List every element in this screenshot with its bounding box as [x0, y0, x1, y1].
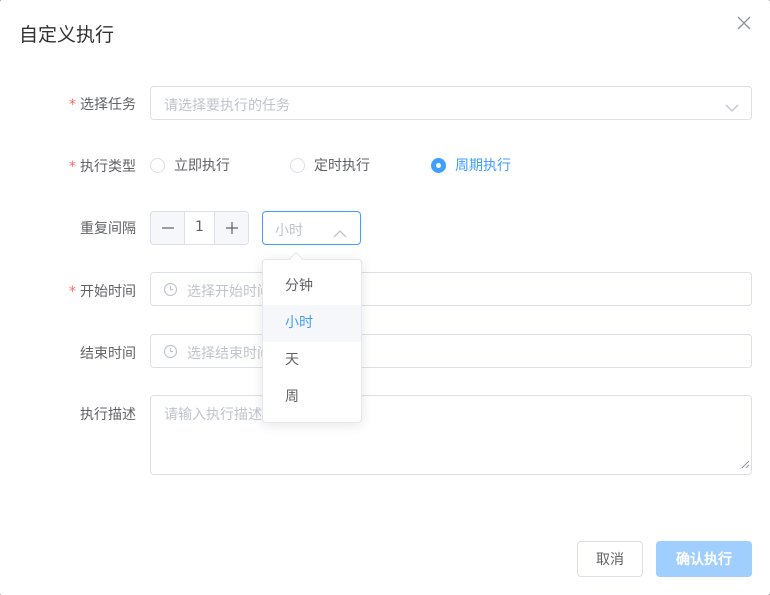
interval-unit-select[interactable]: 小时 — [262, 211, 361, 245]
interval-value-input[interactable]: 1 — [185, 219, 214, 235]
end-time-placeholder: 选择结束时间 — [187, 346, 271, 362]
close-icon[interactable] — [735, 14, 753, 32]
minus-icon — [161, 227, 174, 229]
decrement-button[interactable] — [151, 212, 185, 244]
increment-button[interactable] — [214, 212, 248, 244]
unit-option-minute[interactable]: 分钟 — [263, 268, 361, 305]
description-label: 执行描述 — [80, 407, 136, 423]
task-select[interactable]: 请选择要执行的任务 — [150, 86, 752, 120]
plus-icon — [225, 222, 238, 234]
custom-execute-dialog: 自定义执行 * 选择任务 请选择要执行的任务 * 执行类型 立即执行 定时执行 周期… — [0, 0, 770, 595]
required-mark: * — [69, 159, 76, 175]
unit-option-hour[interactable]: 小时 — [263, 305, 361, 342]
task-select-placeholder: 请选择要执行的任务 — [164, 98, 290, 114]
unit-option-day[interactable]: 天 — [263, 342, 361, 379]
start-time-picker[interactable]: 选择开始时间 — [150, 272, 752, 306]
unit-dropdown-menu: 分钟 小时 天 周 — [262, 251, 362, 423]
description-textarea[interactable]: 请输入执行描述 — [150, 395, 752, 475]
exec-type-label: * 执行类型 — [69, 159, 136, 175]
repeat-label: 重复间隔 — [80, 221, 136, 237]
radio-immediate[interactable]: 立即执行 — [150, 155, 230, 175]
dialog-title: 自定义执行 — [19, 24, 115, 46]
unit-option-week[interactable]: 周 — [263, 379, 361, 416]
unit-select-placeholder: 小时 — [275, 223, 303, 239]
end-time-label: 结束时间 — [80, 346, 136, 362]
clock-icon — [163, 344, 178, 363]
chevron-up-icon — [333, 224, 347, 243]
radio-circle-checked — [431, 157, 446, 173]
resize-grip-icon[interactable] — [741, 454, 750, 473]
end-time-picker[interactable]: 选择结束时间 — [150, 334, 752, 368]
required-mark: * — [69, 97, 76, 113]
radio-circle — [290, 157, 305, 173]
start-time-label: * 开始时间 — [69, 284, 136, 300]
radio-circle — [150, 157, 165, 173]
radio-scheduled[interactable]: 定时执行 — [290, 155, 370, 175]
dropdown-caret — [288, 251, 304, 267]
interval-stepper: 1 — [150, 211, 249, 245]
description-placeholder: 请输入执行描述 — [164, 407, 262, 423]
confirm-execute-button[interactable]: 确认执行 — [656, 541, 752, 577]
chevron-down-icon — [725, 98, 739, 117]
task-label: * 选择任务 — [69, 97, 136, 113]
required-mark: * — [69, 284, 76, 300]
start-time-placeholder: 选择开始时间 — [187, 284, 271, 300]
clock-icon — [163, 282, 178, 301]
radio-periodic[interactable]: 周期执行 — [431, 155, 511, 175]
cancel-button[interactable]: 取消 — [577, 541, 643, 577]
